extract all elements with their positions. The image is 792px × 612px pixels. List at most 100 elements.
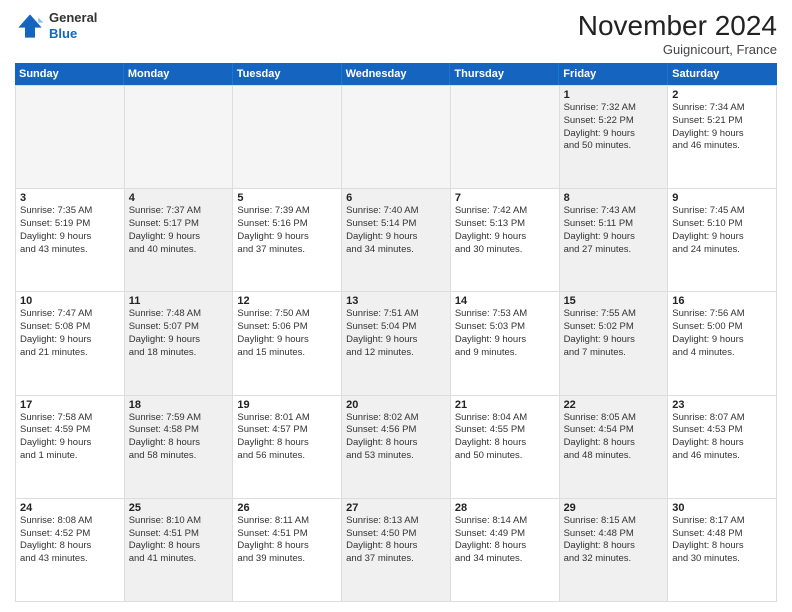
cell-info-line: Daylight: 9 hours	[672, 334, 772, 347]
cell-info-line: Daylight: 9 hours	[346, 231, 446, 244]
cell-info-line: Daylight: 8 hours	[20, 540, 120, 553]
cell-info-line: Daylight: 8 hours	[455, 540, 555, 553]
weekday-header: Sunday	[15, 63, 124, 85]
calendar-cell	[233, 86, 342, 189]
weekday-header: Friday	[559, 63, 668, 85]
calendar-cell: 21Sunrise: 8:04 AMSunset: 4:55 PMDayligh…	[451, 396, 560, 499]
day-number: 18	[129, 399, 229, 411]
logo-general: General	[49, 10, 97, 26]
cell-info-line: Sunrise: 7:43 AM	[564, 205, 664, 218]
cell-info-line: and 9 minutes.	[455, 347, 555, 360]
calendar-cell: 26Sunrise: 8:11 AMSunset: 4:51 PMDayligh…	[233, 499, 342, 602]
cell-info-line: and 18 minutes.	[129, 347, 229, 360]
cell-info-line: and 39 minutes.	[237, 553, 337, 566]
cell-info-line: and 7 minutes.	[564, 347, 664, 360]
day-number: 19	[237, 399, 337, 411]
cell-info-line: Sunrise: 7:40 AM	[346, 205, 446, 218]
cell-info-line: Sunset: 5:08 PM	[20, 321, 120, 334]
cell-info-line: Sunrise: 7:53 AM	[455, 308, 555, 321]
cell-info-line: and 24 minutes.	[672, 244, 772, 257]
cell-info-line: and 40 minutes.	[129, 244, 229, 257]
cell-info-line: Daylight: 8 hours	[129, 540, 229, 553]
day-number: 12	[237, 295, 337, 307]
day-number: 2	[672, 89, 772, 101]
cell-info-line: Sunset: 5:07 PM	[129, 321, 229, 334]
calendar-cell: 19Sunrise: 8:01 AMSunset: 4:57 PMDayligh…	[233, 396, 342, 499]
day-number: 11	[129, 295, 229, 307]
cell-info-line: Daylight: 8 hours	[237, 437, 337, 450]
cell-info-line: Daylight: 9 hours	[672, 231, 772, 244]
cell-info-line: Daylight: 8 hours	[564, 540, 664, 553]
cell-info-line: Sunset: 4:49 PM	[455, 528, 555, 541]
calendar-cell: 12Sunrise: 7:50 AMSunset: 5:06 PMDayligh…	[233, 292, 342, 395]
cell-info-line: Sunset: 5:10 PM	[672, 218, 772, 231]
calendar-cell: 3Sunrise: 7:35 AMSunset: 5:19 PMDaylight…	[16, 189, 125, 292]
cell-info-line: Sunrise: 7:55 AM	[564, 308, 664, 321]
title-block: November 2024 Guignicourt, France	[578, 10, 777, 57]
cell-info-line: Sunrise: 8:10 AM	[129, 515, 229, 528]
day-number: 3	[20, 192, 120, 204]
cell-info-line: Daylight: 9 hours	[20, 334, 120, 347]
calendar-cell	[125, 86, 234, 189]
cell-info-line: and 37 minutes.	[346, 553, 446, 566]
cell-info-line: Sunrise: 7:59 AM	[129, 412, 229, 425]
cell-info-line: Sunrise: 8:07 AM	[672, 412, 772, 425]
cell-info-line: Sunrise: 8:14 AM	[455, 515, 555, 528]
day-number: 21	[455, 399, 555, 411]
calendar-cell: 2Sunrise: 7:34 AMSunset: 5:21 PMDaylight…	[668, 86, 777, 189]
cell-info-line: Sunset: 5:02 PM	[564, 321, 664, 334]
cell-info-line: and 46 minutes.	[672, 450, 772, 463]
cell-info-line: Sunset: 5:06 PM	[237, 321, 337, 334]
cell-info-line: and 27 minutes.	[564, 244, 664, 257]
day-number: 4	[129, 192, 229, 204]
cell-info-line: Sunrise: 8:08 AM	[20, 515, 120, 528]
cell-info-line: Sunset: 5:19 PM	[20, 218, 120, 231]
calendar-cell: 5Sunrise: 7:39 AMSunset: 5:16 PMDaylight…	[233, 189, 342, 292]
calendar-header: SundayMondayTuesdayWednesdayThursdayFrid…	[15, 63, 777, 85]
logo-icon	[15, 11, 45, 41]
cell-info-line: and 37 minutes.	[237, 244, 337, 257]
weekday-header: Thursday	[450, 63, 559, 85]
cell-info-line: Sunset: 4:55 PM	[455, 424, 555, 437]
cell-info-line: and 53 minutes.	[346, 450, 446, 463]
day-number: 20	[346, 399, 446, 411]
weekday-header: Monday	[124, 63, 233, 85]
cell-info-line: and 41 minutes.	[129, 553, 229, 566]
logo: General Blue	[15, 10, 97, 41]
weekday-header: Saturday	[668, 63, 777, 85]
cell-info-line: Daylight: 9 hours	[20, 437, 120, 450]
day-number: 24	[20, 502, 120, 514]
cell-info-line: and 15 minutes.	[237, 347, 337, 360]
cell-info-line: and 32 minutes.	[564, 553, 664, 566]
day-number: 9	[672, 192, 772, 204]
calendar-cell: 27Sunrise: 8:13 AMSunset: 4:50 PMDayligh…	[342, 499, 451, 602]
calendar-cell: 10Sunrise: 7:47 AMSunset: 5:08 PMDayligh…	[16, 292, 125, 395]
day-number: 15	[564, 295, 664, 307]
cell-info-line: Sunset: 5:14 PM	[346, 218, 446, 231]
cell-info-line: and 56 minutes.	[237, 450, 337, 463]
cell-info-line: Sunset: 4:53 PM	[672, 424, 772, 437]
calendar-cell: 7Sunrise: 7:42 AMSunset: 5:13 PMDaylight…	[451, 189, 560, 292]
cell-info-line: Sunset: 4:48 PM	[564, 528, 664, 541]
day-number: 13	[346, 295, 446, 307]
day-number: 25	[129, 502, 229, 514]
cell-info-line: and 46 minutes.	[672, 140, 772, 153]
day-number: 6	[346, 192, 446, 204]
day-number: 16	[672, 295, 772, 307]
calendar-grid: 1Sunrise: 7:32 AMSunset: 5:22 PMDaylight…	[15, 85, 777, 602]
cell-info-line: Sunset: 4:58 PM	[129, 424, 229, 437]
cell-info-line: Daylight: 9 hours	[346, 334, 446, 347]
cell-info-line: Sunset: 4:56 PM	[346, 424, 446, 437]
cell-info-line: Daylight: 9 hours	[672, 128, 772, 141]
cell-info-line: Sunrise: 7:39 AM	[237, 205, 337, 218]
logo-text: General Blue	[49, 10, 97, 41]
cell-info-line: Daylight: 9 hours	[564, 231, 664, 244]
cell-info-line: Sunrise: 7:48 AM	[129, 308, 229, 321]
cell-info-line: and 50 minutes.	[455, 450, 555, 463]
cell-info-line: Sunset: 4:51 PM	[129, 528, 229, 541]
cell-info-line: and 34 minutes.	[455, 553, 555, 566]
calendar-cell: 13Sunrise: 7:51 AMSunset: 5:04 PMDayligh…	[342, 292, 451, 395]
cell-info-line: and 30 minutes.	[455, 244, 555, 257]
cell-info-line: Sunrise: 8:13 AM	[346, 515, 446, 528]
cell-info-line: Daylight: 8 hours	[564, 437, 664, 450]
